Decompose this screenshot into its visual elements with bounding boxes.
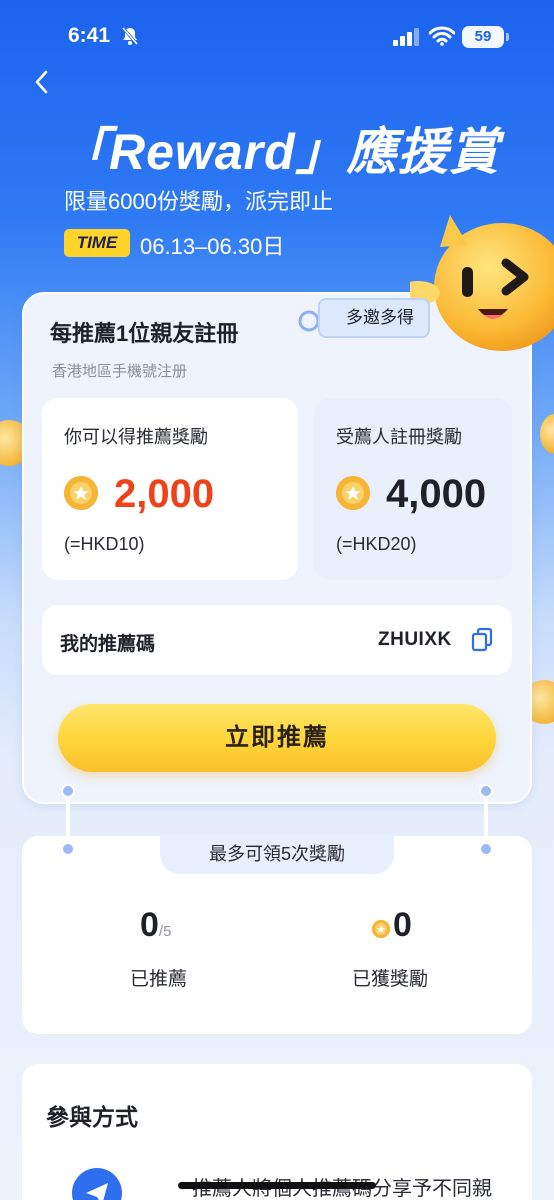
referred-count-group: 0/5 xyxy=(140,906,171,945)
hero-subtitle: 限量6000份獎勵，派完即止 xyxy=(64,189,333,214)
send-icon xyxy=(72,1168,122,1200)
time-badge: TIME xyxy=(64,229,130,257)
referred-label: 已推薦 xyxy=(130,969,188,990)
star-coin-icon xyxy=(64,476,98,510)
referral-code-value: ZHUIXK xyxy=(378,629,452,650)
participation-title: 參與方式 xyxy=(46,1104,138,1130)
referred-count: 0 xyxy=(140,906,159,944)
referrer-reward-hkd: (=HKD10) xyxy=(64,534,145,554)
referral-code-label: 我的推薦碼 xyxy=(60,634,156,655)
star-coin-icon xyxy=(372,920,390,938)
status-time: 6:41 xyxy=(68,24,111,47)
connector-dot xyxy=(479,842,493,856)
rewards-count: 0 xyxy=(393,906,412,944)
signal-icon xyxy=(393,28,419,46)
card-title: 每推薦1位親友註冊 xyxy=(50,321,239,346)
rewards-label: 已獲獎勵 xyxy=(352,969,429,990)
wifi-icon xyxy=(429,26,455,46)
max-rewards-tab: 最多可領5次獎勵 xyxy=(160,834,394,874)
connector-dot xyxy=(61,784,75,798)
referrer-reward-value: 2,000 xyxy=(114,472,215,516)
home-indicator[interactable] xyxy=(178,1182,376,1189)
referred-max: /5 xyxy=(158,923,172,940)
mascot-icon xyxy=(410,215,554,351)
connector-dot xyxy=(479,784,493,798)
referee-reward-hkd: (=HKD20) xyxy=(336,534,417,554)
hero-title: 「Reward」應援賞 xyxy=(58,124,500,180)
copy-icon[interactable] xyxy=(470,627,494,653)
card-subtitle: 香港地區手機號注册 xyxy=(52,363,188,380)
multi-invite-tag: 多邀多得 xyxy=(318,298,430,338)
back-icon[interactable] xyxy=(28,64,58,100)
coin-decoration-right xyxy=(540,414,554,454)
referee-reward-label: 受薦人註冊獎勵 xyxy=(336,427,462,447)
connector-dot xyxy=(61,842,75,856)
battery-indicator: 59 xyxy=(462,26,509,48)
refer-now-button[interactable]: 立即推薦 xyxy=(58,704,496,772)
referrer-reward-label: 你可以得推薦獎勵 xyxy=(64,427,208,447)
star-coin-icon xyxy=(336,476,370,510)
bell-muted-icon xyxy=(121,27,139,45)
date-range: 06.13–06.30日 xyxy=(140,234,285,259)
referee-reward-value: 4,000 xyxy=(386,472,487,516)
